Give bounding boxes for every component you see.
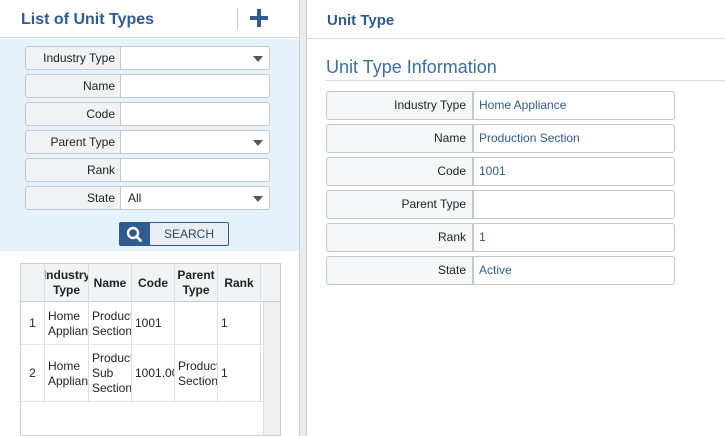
cell-code: 1001.001 xyxy=(132,345,175,402)
state-select[interactable]: All xyxy=(121,186,270,210)
rank-input[interactable] xyxy=(121,158,270,182)
filter-label: Rank xyxy=(25,158,121,182)
filter-label: Name xyxy=(25,74,121,98)
cell-parent-type xyxy=(175,302,218,345)
cell-industry-type: Home Appliance xyxy=(45,345,89,402)
table-row[interactable]: 2 Home Appliance Production Sub Section … xyxy=(21,345,265,402)
filter-label: Parent Type xyxy=(25,130,121,154)
info-row-name: Name Production Section xyxy=(326,124,675,153)
filter-code: Code xyxy=(25,102,270,126)
search-button[interactable]: SEARCH xyxy=(119,222,229,246)
row-number: 2 xyxy=(21,345,45,402)
column-header-parent-type[interactable]: Parent Type xyxy=(175,264,218,302)
info-value: Active xyxy=(473,256,675,285)
name-input[interactable] xyxy=(121,74,270,98)
filter-state: State All xyxy=(25,186,270,210)
info-row-rank: Rank 1 xyxy=(326,223,675,252)
cell-rank: 1 xyxy=(218,345,261,402)
info-row-industry-type: Industry Type Home Appliance xyxy=(326,91,675,120)
section-title: Unit Type Information xyxy=(326,57,497,77)
cell-industry-type: Home Appliance xyxy=(45,302,89,345)
cell-parent-type: Production Section xyxy=(175,345,218,402)
cell-name: Production Sub Section xyxy=(89,345,132,402)
info-value: Production Section xyxy=(473,124,675,153)
list-title: List of Unit Types xyxy=(21,11,155,28)
table-row[interactable]: 1 Home Appliance Production Section 1001… xyxy=(21,302,265,345)
info-row-code: Code 1001 xyxy=(326,157,675,186)
header-divider xyxy=(237,8,238,30)
add-unit-type-button[interactable] xyxy=(248,6,270,30)
info-value: Home Appliance xyxy=(473,91,675,120)
section-divider xyxy=(326,80,725,81)
unit-type-list-panel: List of Unit Types Industry Type Name Co… xyxy=(0,0,300,436)
detail-header: Unit Type xyxy=(307,0,725,39)
info-row-parent-type: Parent Type xyxy=(326,190,675,219)
cell-code: 1001 xyxy=(132,302,175,345)
info-label: Rank xyxy=(326,223,473,252)
column-header-rank[interactable]: Rank xyxy=(218,264,261,302)
row-number-header xyxy=(21,264,45,302)
filter-rank: Rank xyxy=(25,158,270,182)
info-value: 1001 xyxy=(473,157,675,186)
filter-form: Industry Type Name Code Parent Type Rank xyxy=(0,39,299,251)
info-label: Code xyxy=(326,157,473,186)
info-row-state: State Active xyxy=(326,256,675,285)
code-input[interactable] xyxy=(121,102,270,126)
cell-rank: 1 xyxy=(218,302,261,345)
detail-title: Unit Type xyxy=(327,12,395,29)
grid-header: Industry Type Name Code Parent Type Rank xyxy=(21,264,280,302)
info-label: State xyxy=(326,256,473,285)
list-header: List of Unit Types xyxy=(0,0,299,38)
chevron-down-icon xyxy=(253,140,263,146)
unit-type-grid: Industry Type Name Code Parent Type Rank… xyxy=(20,263,281,436)
grid-scrollbar[interactable] xyxy=(263,302,280,435)
filter-label: Code xyxy=(25,102,121,126)
info-label: Industry Type xyxy=(326,91,473,120)
cell-name: Production Section xyxy=(89,302,132,345)
info-label: Name xyxy=(326,124,473,153)
filter-industry-type: Industry Type xyxy=(25,46,270,70)
chevron-down-icon xyxy=(253,196,263,202)
info-label: Parent Type xyxy=(326,190,473,219)
info-value xyxy=(473,190,675,219)
column-header-industry-type[interactable]: Industry Type xyxy=(45,264,89,302)
industry-type-select[interactable] xyxy=(121,46,270,70)
search-icon xyxy=(120,223,150,245)
row-number: 1 xyxy=(21,302,45,345)
filter-label: State xyxy=(25,186,121,210)
column-header-code[interactable]: Code xyxy=(132,264,175,302)
filter-parent-type: Parent Type xyxy=(25,130,270,154)
filter-name: Name xyxy=(25,74,270,98)
parent-type-select[interactable] xyxy=(121,130,270,154)
info-value: 1 xyxy=(473,223,675,252)
chevron-down-icon xyxy=(253,56,263,62)
search-button-label: SEARCH xyxy=(163,227,214,241)
column-header-name[interactable]: Name xyxy=(89,264,132,302)
filter-label: Industry Type xyxy=(25,46,121,70)
unit-type-detail-panel: Unit Type Unit Type Information Industry… xyxy=(306,0,725,436)
